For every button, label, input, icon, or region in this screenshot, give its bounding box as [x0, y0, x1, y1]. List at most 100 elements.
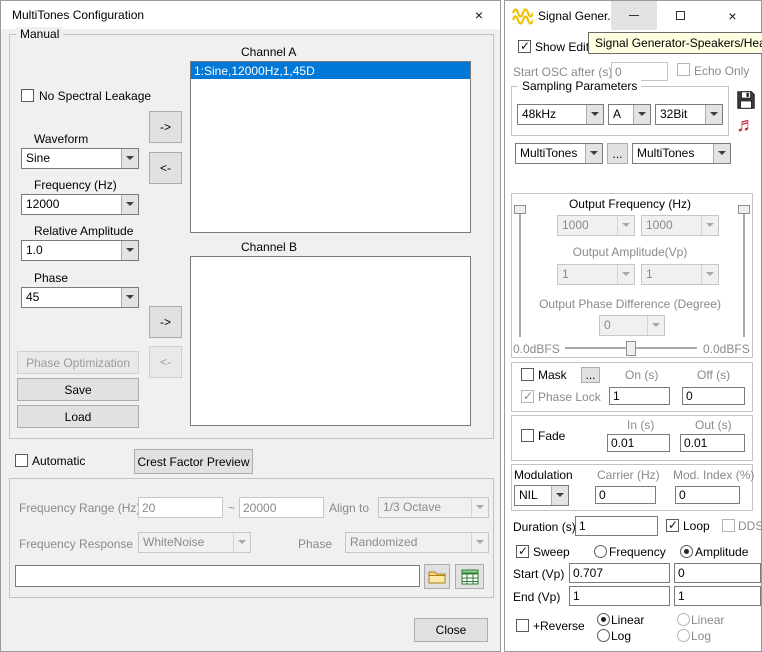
log-label[interactable]: Log [611, 629, 631, 643]
close-button[interactable]: × [703, 1, 762, 30]
close-dialog-button[interactable]: Close [414, 618, 488, 642]
linear2-radio [677, 613, 690, 626]
chevron-down-icon [471, 533, 488, 552]
right-level-slider[interactable] [737, 203, 751, 339]
reverse-checkbox[interactable] [516, 619, 529, 632]
file-path-input[interactable] [15, 565, 420, 587]
no-spectral-leakage-label[interactable]: No Spectral Leakage [39, 89, 151, 103]
sweep-label[interactable]: Sweep [533, 545, 570, 559]
fade-in-input[interactable] [607, 434, 670, 452]
linear-label[interactable]: Linear [611, 613, 644, 627]
remove-from-channel-a-button[interactable]: <- [149, 152, 182, 184]
loop-label[interactable]: Loop [683, 519, 710, 533]
left-level-slider[interactable] [513, 203, 527, 339]
close-button[interactable]: × [458, 1, 500, 29]
save-button[interactable]: Save [17, 378, 139, 401]
grid-table-icon [461, 569, 479, 585]
fade-label[interactable]: Fade [538, 429, 565, 443]
log-radio[interactable] [597, 629, 610, 642]
sweep-end-input-a[interactable] [569, 586, 670, 606]
frequency-response-label: Frequency Response [19, 537, 133, 551]
mask-label[interactable]: Mask [538, 368, 567, 382]
slider-thumb[interactable] [738, 205, 750, 214]
multitones-config-button[interactable]: ... [607, 143, 628, 164]
carrier-input[interactable] [595, 486, 656, 504]
bit-depth-combobox[interactable]: 32Bit [655, 104, 723, 125]
browse-file-button[interactable] [424, 564, 450, 589]
balance-slider[interactable] [563, 341, 699, 356]
maximize-button[interactable] [657, 1, 703, 30]
signal-generator-titlebar[interactable]: Signal Gener... × [505, 1, 761, 31]
mask-on-input[interactable] [609, 387, 670, 405]
waveform-b-combobox[interactable]: MultiTones [632, 143, 731, 164]
chevron-down-icon[interactable] [713, 144, 730, 163]
channel-b-listbox[interactable] [190, 256, 471, 426]
maximize-icon [676, 11, 685, 20]
add-to-channel-b-button[interactable]: -> [149, 306, 182, 338]
reverse-label[interactable]: +Reverse [533, 619, 585, 633]
fade-checkbox[interactable] [521, 429, 534, 442]
window-title: Signal Gener... [538, 9, 617, 23]
chevron-down-icon[interactable] [121, 288, 138, 307]
chevron-down-icon[interactable] [121, 241, 138, 260]
music-editor-button[interactable]: ♬ [734, 113, 758, 137]
sweep-amplitude-label[interactable]: Amplitude [695, 545, 748, 559]
chevron-down-icon[interactable] [705, 105, 722, 124]
mask-checkbox[interactable] [521, 368, 534, 381]
relative-amplitude-combobox[interactable]: 1.0 [21, 240, 139, 261]
phase-value: 45 [22, 288, 121, 307]
sweep-amplitude-radio[interactable] [680, 545, 693, 558]
chevron-down-icon [233, 533, 250, 552]
tooltip-text: Signal Generator-Speakers/Hea [595, 36, 762, 50]
mask-on-label: On (s) [625, 368, 658, 382]
waveform-a-combobox[interactable]: MultiTones [515, 143, 603, 164]
automatic-checkbox[interactable] [15, 454, 28, 467]
preview-grid-button[interactable] [455, 564, 484, 589]
chevron-down-icon[interactable] [633, 105, 650, 124]
echo-only-checkbox [677, 63, 690, 76]
minimize-button[interactable] [611, 1, 657, 30]
multitones-titlebar[interactable]: MultiTones Configuration × [1, 1, 500, 29]
duration-input[interactable] [575, 516, 658, 536]
chevron-down-icon[interactable] [586, 105, 603, 124]
sweep-start-input-a[interactable] [569, 563, 670, 583]
slider-thumb[interactable] [626, 341, 636, 356]
linear2-label: Linear [691, 613, 724, 627]
chevron-down-icon[interactable] [121, 149, 138, 168]
linear-radio[interactable] [597, 613, 610, 626]
chevron-down-icon[interactable] [585, 144, 602, 163]
bit-depth-value: 32Bit [656, 105, 705, 124]
modulation-type-combobox[interactable]: NIL [514, 485, 569, 506]
sweep-start-input-b[interactable] [674, 563, 761, 583]
sweep-checkbox[interactable] [516, 545, 529, 558]
sample-rate-combobox[interactable]: 48kHz [517, 104, 604, 125]
screen: MultiTones Configuration × Manual Channe… [0, 0, 762, 652]
no-spectral-leakage-checkbox[interactable] [21, 89, 34, 102]
waveform-combobox[interactable]: Sine [21, 148, 139, 169]
channel-a-selected-item[interactable]: 1:Sine,12000Hz,1,45D [191, 62, 470, 79]
mask-off-input[interactable] [682, 387, 745, 405]
channel-combobox[interactable]: A [608, 104, 651, 125]
crest-factor-preview-button[interactable]: Crest Factor Preview [134, 449, 253, 474]
slider-thumb[interactable] [514, 205, 526, 214]
auto-phase-value: Randomized [346, 533, 471, 552]
phase-combobox[interactable]: 45 [21, 287, 139, 308]
sweep-frequency-radio[interactable] [594, 545, 607, 558]
show-editor-checkbox[interactable] [518, 40, 531, 53]
add-to-channel-a-button[interactable]: -> [149, 111, 182, 143]
save-settings-button[interactable] [733, 87, 759, 113]
fade-out-input[interactable] [680, 434, 745, 452]
chevron-down-icon[interactable] [551, 486, 568, 505]
frequency-response-value: WhiteNoise [139, 533, 233, 552]
frequency-combobox[interactable]: 12000 [21, 194, 139, 215]
mod-index-input[interactable] [675, 486, 740, 504]
load-button[interactable]: Load [17, 405, 139, 428]
sweep-end-input-b[interactable] [674, 586, 761, 606]
align-to-label: Align to [329, 501, 369, 515]
sweep-frequency-label[interactable]: Frequency [609, 545, 666, 559]
loop-checkbox[interactable] [666, 519, 679, 532]
chevron-down-icon[interactable] [121, 195, 138, 214]
channel-a-listbox[interactable]: 1:Sine,12000Hz,1,45D [190, 61, 471, 233]
automatic-label[interactable]: Automatic [32, 454, 85, 468]
mask-config-button[interactable]: ... [581, 367, 600, 383]
